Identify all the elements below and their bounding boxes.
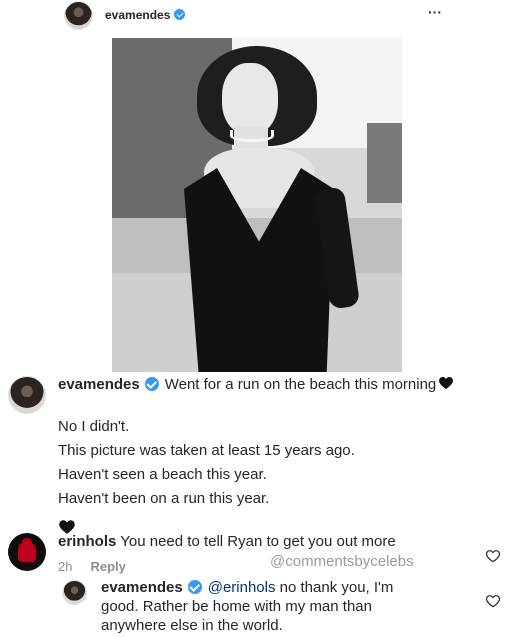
comment-line: erinhols You need to tell Ryan to get yo…	[58, 533, 396, 550]
caption-author-avatar[interactable]	[8, 376, 46, 414]
photo-face	[222, 63, 278, 135]
reply-author-avatar[interactable]	[62, 580, 87, 605]
caption-username[interactable]: evamendes	[58, 376, 140, 393]
heart-outline-icon[interactable]	[485, 548, 501, 564]
watermark: @commentsbycelebs	[270, 553, 414, 570]
caption-line: evamendes Went for a run on the beach thi…	[58, 375, 454, 393]
verified-badge-icon	[174, 9, 186, 20]
photo-cliff-right	[367, 123, 402, 203]
black-heart-emoji-icon	[439, 377, 454, 389]
post-author-avatar[interactable]	[64, 1, 93, 30]
reply-mention[interactable]: @erinhols	[208, 579, 276, 596]
post-author-name-container[interactable]: evamendes	[105, 8, 186, 22]
post-header: evamendes ···	[44, 0, 464, 34]
verified-badge-icon	[187, 580, 202, 594]
comment-time: 2h	[58, 559, 73, 574]
post-photo[interactable]	[112, 38, 402, 372]
comment-username[interactable]: erinhols	[58, 533, 116, 550]
comment-text: You need to tell Ryan to get you out mor…	[120, 533, 396, 550]
caption-body: No I didn't. This picture was taken at l…	[58, 416, 355, 536]
post-author-username[interactable]: evamendes	[105, 8, 170, 22]
caption-line-2: This picture was taken at least 15 years…	[58, 442, 355, 459]
reply-button[interactable]: Reply	[90, 559, 125, 574]
caption-text: Went for a run on the beach this morning	[164, 376, 437, 393]
caption-line-4: Haven't been on a run this year.	[58, 490, 270, 507]
reply-comment-item: evamendes @erinhols no thank you, I'm goo…	[0, 576, 521, 637]
more-options-icon[interactable]: ···	[428, 4, 442, 20]
heart-outline-icon[interactable]	[485, 593, 501, 609]
verified-badge-icon	[144, 377, 159, 391]
commenter-avatar[interactable]	[8, 533, 46, 571]
comment-item: erinhols You need to tell Ryan to get yo…	[0, 528, 521, 578]
caption-line-3: Haven't seen a beach this year.	[58, 466, 267, 483]
reply-comment-text: evamendes @erinhols no thank you, I'm goo…	[101, 578, 421, 635]
photo-necklace	[230, 130, 274, 142]
comment-meta: 2h Reply	[58, 559, 126, 574]
avatar-glyph-body	[18, 542, 36, 562]
caption-line-1: No I didn't.	[58, 418, 130, 435]
reply-username[interactable]: evamendes	[101, 579, 183, 596]
